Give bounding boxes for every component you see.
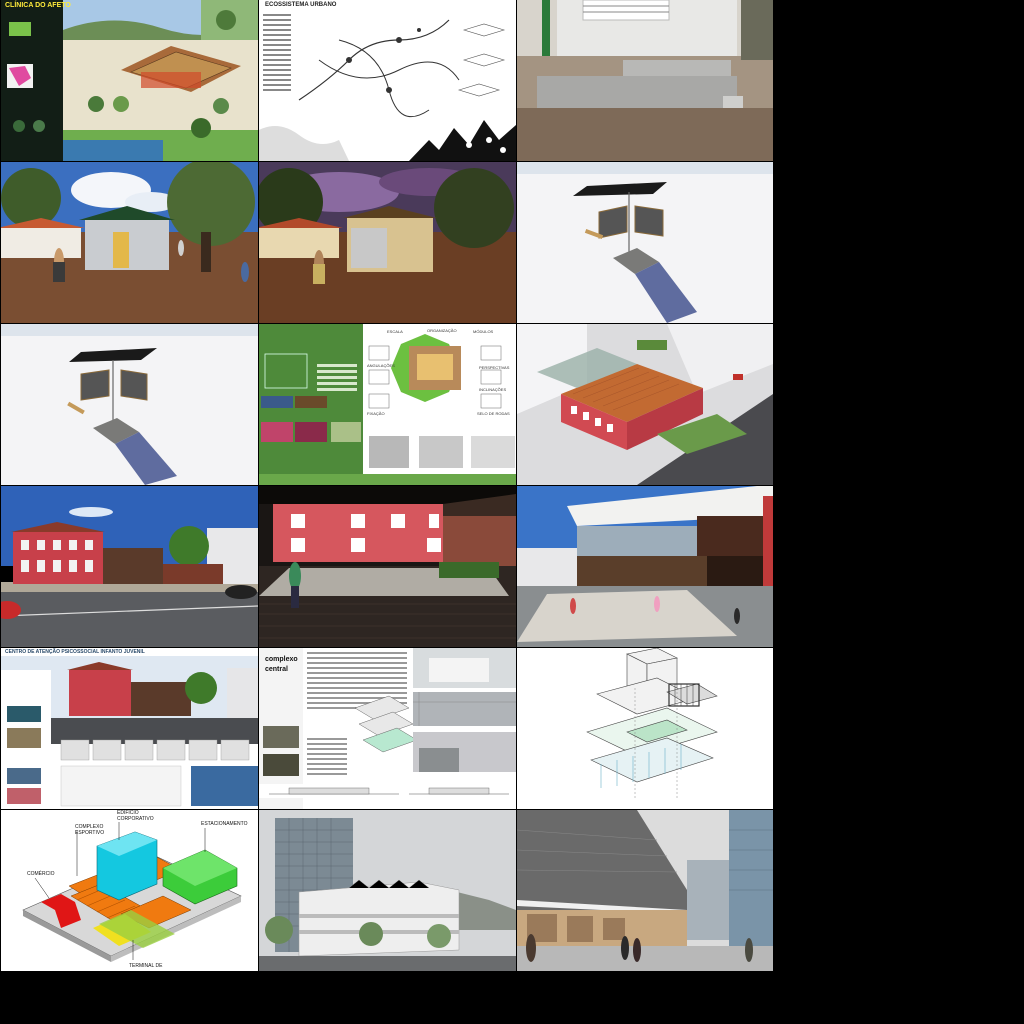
capsi-board-graphic <box>1 648 258 809</box>
ecossistema-map-graphic <box>259 0 516 161</box>
capsi-board-title: CENTRO DE ATENÇÃO PSICOSSOCIAL INFANTO J… <box>5 649 145 655</box>
process-label-escala: ESCALA <box>387 329 403 334</box>
complexo-title-line1: complexo <box>265 656 298 663</box>
panel-exploded-axonometric <box>517 648 773 809</box>
patio-render-graphic <box>517 486 773 647</box>
clinica-board-graphic <box>1 0 258 161</box>
clinica-board-title: CLÍNICA DO AFETO <box>5 2 71 9</box>
panel-commercial-street-render <box>517 810 773 971</box>
building-aerial-graphic <box>517 324 773 485</box>
massing-label-esportivo: COMPLEXO ESPORTIVO <box>75 824 105 836</box>
process-label-organizacao: ORGANIZAÇÃO <box>427 328 457 333</box>
process-board-graphic <box>259 324 516 485</box>
foundation-photo-graphic <box>517 0 773 161</box>
structure-diagram-b-graphic <box>1 324 258 485</box>
panel-structure-diagram-b <box>1 324 258 485</box>
panel-complexo-central-board: complexo central <box>259 648 516 809</box>
panel-program-massing-diagram: EDIFÍCIO CORPORATIVO COMPLEXO ESPORTIVO … <box>1 810 258 971</box>
process-label-inclinacoes: INCLINAÇÕES <box>479 387 507 392</box>
panel-ecossistema-urbano-board: ECOSSISTEMA URBANO <box>259 0 516 161</box>
massing-label-terminal: TERMINAL DE <box>129 963 163 969</box>
massing-label-corporativo: EDIFÍCIO CORPORATIVO <box>117 810 154 822</box>
commercial-street-graphic <box>517 810 773 971</box>
panel-structure-diagram-a <box>517 162 773 323</box>
panel-module-render-dusk <box>259 162 516 323</box>
structure-diagram-a-graphic <box>517 162 773 323</box>
courtyard-render-graphic <box>259 486 516 647</box>
panel-module-render-day <box>1 162 258 323</box>
process-label-angulacoes: ANGULAÇÕES <box>367 363 395 368</box>
massing-diagram-graphic <box>1 810 258 971</box>
image-grid: CLÍNICA DO AFETO ECOSSISTEMA URBANO ESCA… <box>0 0 775 972</box>
panel-courtyard-render <box>259 486 516 647</box>
process-label-modulos: MÓDULOS <box>473 329 494 334</box>
module-render-dusk-graphic <box>259 162 516 323</box>
panel-building-aerial-render <box>517 324 773 485</box>
panel-tower-street-render <box>259 810 516 971</box>
panel-clinica-do-afeto-board: CLÍNICA DO AFETO <box>1 0 258 161</box>
exploded-axonometric-graphic <box>517 648 773 809</box>
complexo-title-line2: central <box>265 666 288 673</box>
process-label-perspectivas: PERSPECTIVAS <box>479 365 510 370</box>
massing-label-comercio: COMÉRCIO <box>27 871 55 877</box>
panel-module-foundation-photo <box>517 0 773 161</box>
panel-module-process-board: ESCALA ORGANIZAÇÃO MÓDULOS ANGULAÇÕES PE… <box>259 324 516 485</box>
process-label-selo-de-rodas: SELO DE RODAS <box>477 411 510 416</box>
process-label-fixacao: FIXAÇÃO <box>367 411 385 416</box>
panel-street-render <box>1 486 258 647</box>
massing-label-estacionamento: ESTACIONAMENTO <box>201 821 248 827</box>
panel-patio-render <box>517 486 773 647</box>
module-render-day-graphic <box>1 162 258 323</box>
complexo-board-graphic <box>259 648 516 809</box>
ecossistema-board-title: ECOSSISTEMA URBANO <box>265 2 337 8</box>
panel-capsi-board: CENTRO DE ATENÇÃO PSICOSSOCIAL INFANTO J… <box>1 648 258 809</box>
street-render-graphic <box>1 486 258 647</box>
tower-street-graphic <box>259 810 516 971</box>
